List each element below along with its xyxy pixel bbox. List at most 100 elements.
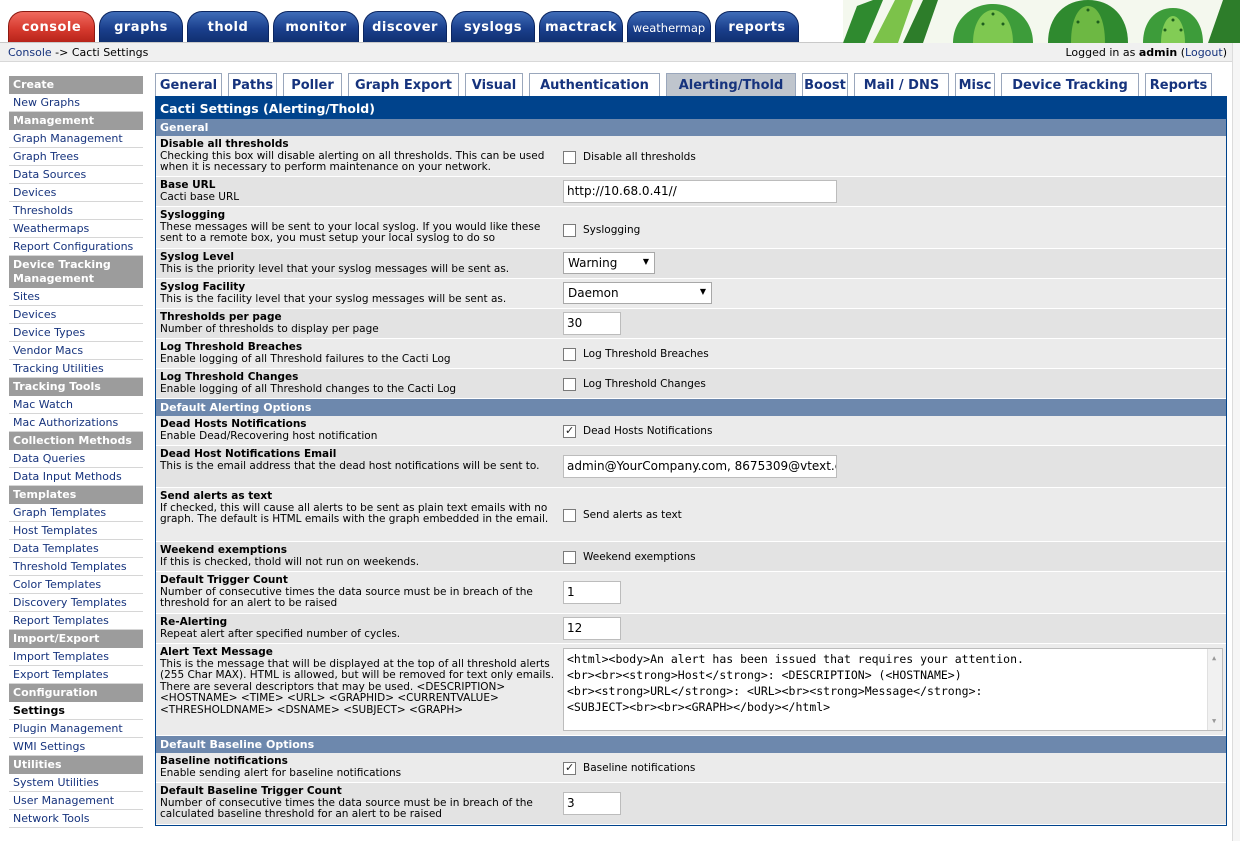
row-baseline-trigger: Default Baseline Trigger Count Number of… bbox=[156, 783, 1226, 825]
setting-description: This is the priority level that your sys… bbox=[160, 262, 510, 275]
sidebar-item-new-graphs[interactable]: New Graphs bbox=[9, 94, 143, 112]
sidebar-item-wmi-settings[interactable]: WMI Settings bbox=[9, 738, 143, 756]
panel-title: Cacti Settings (Alerting/Thold) bbox=[156, 97, 1226, 119]
sidebar-item-mac-watch[interactable]: Mac Watch bbox=[9, 396, 143, 414]
sidebar-item-weathermaps[interactable]: Weathermaps bbox=[9, 220, 143, 238]
tab-graphs[interactable]: graphs bbox=[99, 11, 183, 43]
sidebar-item-graph-trees[interactable]: Graph Trees bbox=[9, 148, 143, 166]
selected-value: Daemon bbox=[568, 286, 619, 300]
tab-mactrack[interactable]: mactrack bbox=[539, 11, 623, 43]
tab-alerting-thold[interactable]: Alerting/Thold bbox=[666, 73, 796, 96]
sidebar-item-host-templates[interactable]: Host Templates bbox=[9, 522, 143, 540]
tab-reports-settings[interactable]: Reports bbox=[1145, 73, 1212, 96]
row-log-breaches: Log Threshold Breaches Enable logging of… bbox=[156, 339, 1226, 369]
tab-mail-dns[interactable]: Mail / DNS bbox=[854, 73, 949, 96]
sidebar-item-user-management[interactable]: User Management bbox=[9, 792, 143, 810]
setting-label: Dead Hosts Notifications Enable Dead/Rec… bbox=[160, 418, 558, 442]
breadcrumb-bar: Console -> Cacti Settings Logged in as a… bbox=[0, 43, 1240, 62]
sidebar-item-devices[interactable]: Devices bbox=[9, 184, 143, 202]
sidebar-item-plugin-management[interactable]: Plugin Management bbox=[9, 720, 143, 738]
tab-graph-export[interactable]: Graph Export bbox=[348, 73, 459, 96]
sidebar-item-sites[interactable]: Sites bbox=[9, 288, 143, 306]
sidebar-item-threshold-templates[interactable]: Threshold Templates bbox=[9, 558, 143, 576]
dead-email-input[interactable]: admin@YourCompany.com, 8675309@vtext.co bbox=[563, 455, 837, 478]
setting-label: Disable all thresholds Checking this box… bbox=[160, 138, 558, 174]
logout-link[interactable]: Logout bbox=[1185, 46, 1223, 59]
sidebar-item-network-tools[interactable]: Network Tools bbox=[9, 810, 143, 828]
row-baseline-notifications: Baseline notifications Enable sending al… bbox=[156, 753, 1226, 783]
baseline-notif-checkbox[interactable] bbox=[563, 761, 576, 775]
sidebar-item-graph-management[interactable]: Graph Management bbox=[9, 130, 143, 148]
tab-poller[interactable]: Poller bbox=[283, 73, 342, 96]
tab-misc[interactable]: Misc bbox=[955, 73, 995, 96]
sidebar-item-import-templates[interactable]: Import Templates bbox=[9, 648, 143, 666]
page-scrollbar[interactable] bbox=[1232, 43, 1240, 841]
alert-text-textarea[interactable]: <html><body>An alert has been issued tha… bbox=[563, 648, 1223, 731]
syslogging-control: Syslogging bbox=[563, 223, 640, 237]
textarea-scrollbar[interactable]: ▲ ▼ bbox=[1207, 649, 1222, 730]
baseline-trigger-control: 3 bbox=[563, 792, 621, 815]
sidebar-item-system-utilities[interactable]: System Utilities bbox=[9, 774, 143, 792]
log-changes-checkbox[interactable] bbox=[563, 377, 576, 391]
sidebar-item-data-input-methods[interactable]: Data Input Methods bbox=[9, 468, 143, 486]
realert-input[interactable]: 12 bbox=[563, 617, 621, 640]
tab-reports[interactable]: reports bbox=[715, 11, 799, 43]
tab-console[interactable]: console bbox=[8, 11, 95, 43]
realert-control: 12 bbox=[563, 617, 621, 640]
tab-discover[interactable]: discover bbox=[363, 11, 447, 43]
tab-weathermap[interactable]: weathermap bbox=[627, 11, 711, 43]
row-syslog-facility: Syslog Facility This is the facility lev… bbox=[156, 279, 1226, 309]
alerts-text-checkbox[interactable] bbox=[563, 508, 576, 522]
breadcrumb-console-link[interactable]: Console bbox=[8, 46, 52, 59]
scroll-down-icon[interactable]: ▼ bbox=[1212, 713, 1216, 729]
sidebar-section-header: Templates bbox=[9, 486, 143, 504]
sidebar-item-data-queries[interactable]: Data Queries bbox=[9, 450, 143, 468]
sidebar-item-mac-authorizations[interactable]: Mac Authorizations bbox=[9, 414, 143, 432]
row-base-url: Base URL Cacti base URL http://10.68.0.4… bbox=[156, 177, 1226, 207]
tab-authentication[interactable]: Authentication bbox=[529, 73, 660, 96]
sidebar-item-graph-templates[interactable]: Graph Templates bbox=[9, 504, 143, 522]
syslog-facility-select[interactable]: Daemon ▼ bbox=[563, 282, 712, 304]
sidebar-item-color-templates[interactable]: Color Templates bbox=[9, 576, 143, 594]
weekend-checkbox[interactable] bbox=[563, 550, 576, 564]
setting-title: Re-Alerting bbox=[160, 616, 228, 628]
sidebar-item-report-templates[interactable]: Report Templates bbox=[9, 612, 143, 630]
sidebar-item-data-templates[interactable]: Data Templates bbox=[9, 540, 143, 558]
tab-visual[interactable]: Visual bbox=[465, 73, 523, 96]
setting-title: Dead Host Notifications Email bbox=[160, 448, 337, 460]
checkbox-label: Log Threshold Breaches bbox=[583, 348, 709, 360]
syslog-level-select[interactable]: Warning ▼ bbox=[563, 252, 655, 274]
per-page-input[interactable]: 30 bbox=[563, 312, 621, 335]
disable-all-checkbox[interactable] bbox=[563, 150, 576, 164]
sidebar-item-devices[interactable]: Devices bbox=[9, 306, 143, 324]
tab-paths[interactable]: Paths bbox=[228, 73, 277, 96]
sidebar-section-header: Management bbox=[9, 112, 143, 130]
sidebar-item-data-sources[interactable]: Data Sources bbox=[9, 166, 143, 184]
sidebar-item-vendor-macs[interactable]: Vendor Macs bbox=[9, 342, 143, 360]
dead-hosts-checkbox[interactable] bbox=[563, 424, 576, 438]
sidebar-item-tracking-utilities[interactable]: Tracking Utilities bbox=[9, 360, 143, 378]
baseline-trigger-input[interactable]: 3 bbox=[563, 792, 621, 815]
sidebar-item-thresholds[interactable]: Thresholds bbox=[9, 202, 143, 220]
setting-label: Syslogging These messages will be sent t… bbox=[160, 209, 558, 245]
tab-boost[interactable]: Boost bbox=[802, 73, 848, 96]
setting-title: Weekend exemptions bbox=[160, 544, 287, 556]
tab-syslogs[interactable]: syslogs bbox=[451, 11, 535, 43]
trigger-count-input[interactable]: 1 bbox=[563, 581, 621, 604]
sidebar-item-export-templates[interactable]: Export Templates bbox=[9, 666, 143, 684]
tab-thold[interactable]: thold bbox=[187, 11, 269, 43]
sidebar-item-settings[interactable]: Settings bbox=[9, 702, 143, 720]
sidebar-item-report-configurations[interactable]: Report Configurations bbox=[9, 238, 143, 256]
tab-general[interactable]: General bbox=[155, 73, 222, 96]
chevron-down-icon: ▼ bbox=[699, 287, 706, 296]
syslogging-checkbox[interactable] bbox=[563, 223, 576, 237]
cacti-logo-art bbox=[843, 0, 1240, 43]
sidebar-item-discovery-templates[interactable]: Discovery Templates bbox=[9, 594, 143, 612]
sidebar-item-device-types[interactable]: Device Types bbox=[9, 324, 143, 342]
tab-device-tracking[interactable]: Device Tracking bbox=[1001, 73, 1139, 96]
setting-description: Number of thresholds to display per page bbox=[160, 322, 379, 335]
tab-monitor[interactable]: monitor bbox=[273, 11, 359, 43]
scroll-up-icon[interactable]: ▲ bbox=[1212, 650, 1216, 666]
base-url-input[interactable]: http://10.68.0.41// bbox=[563, 180, 837, 203]
log-breaches-checkbox[interactable] bbox=[563, 347, 576, 361]
